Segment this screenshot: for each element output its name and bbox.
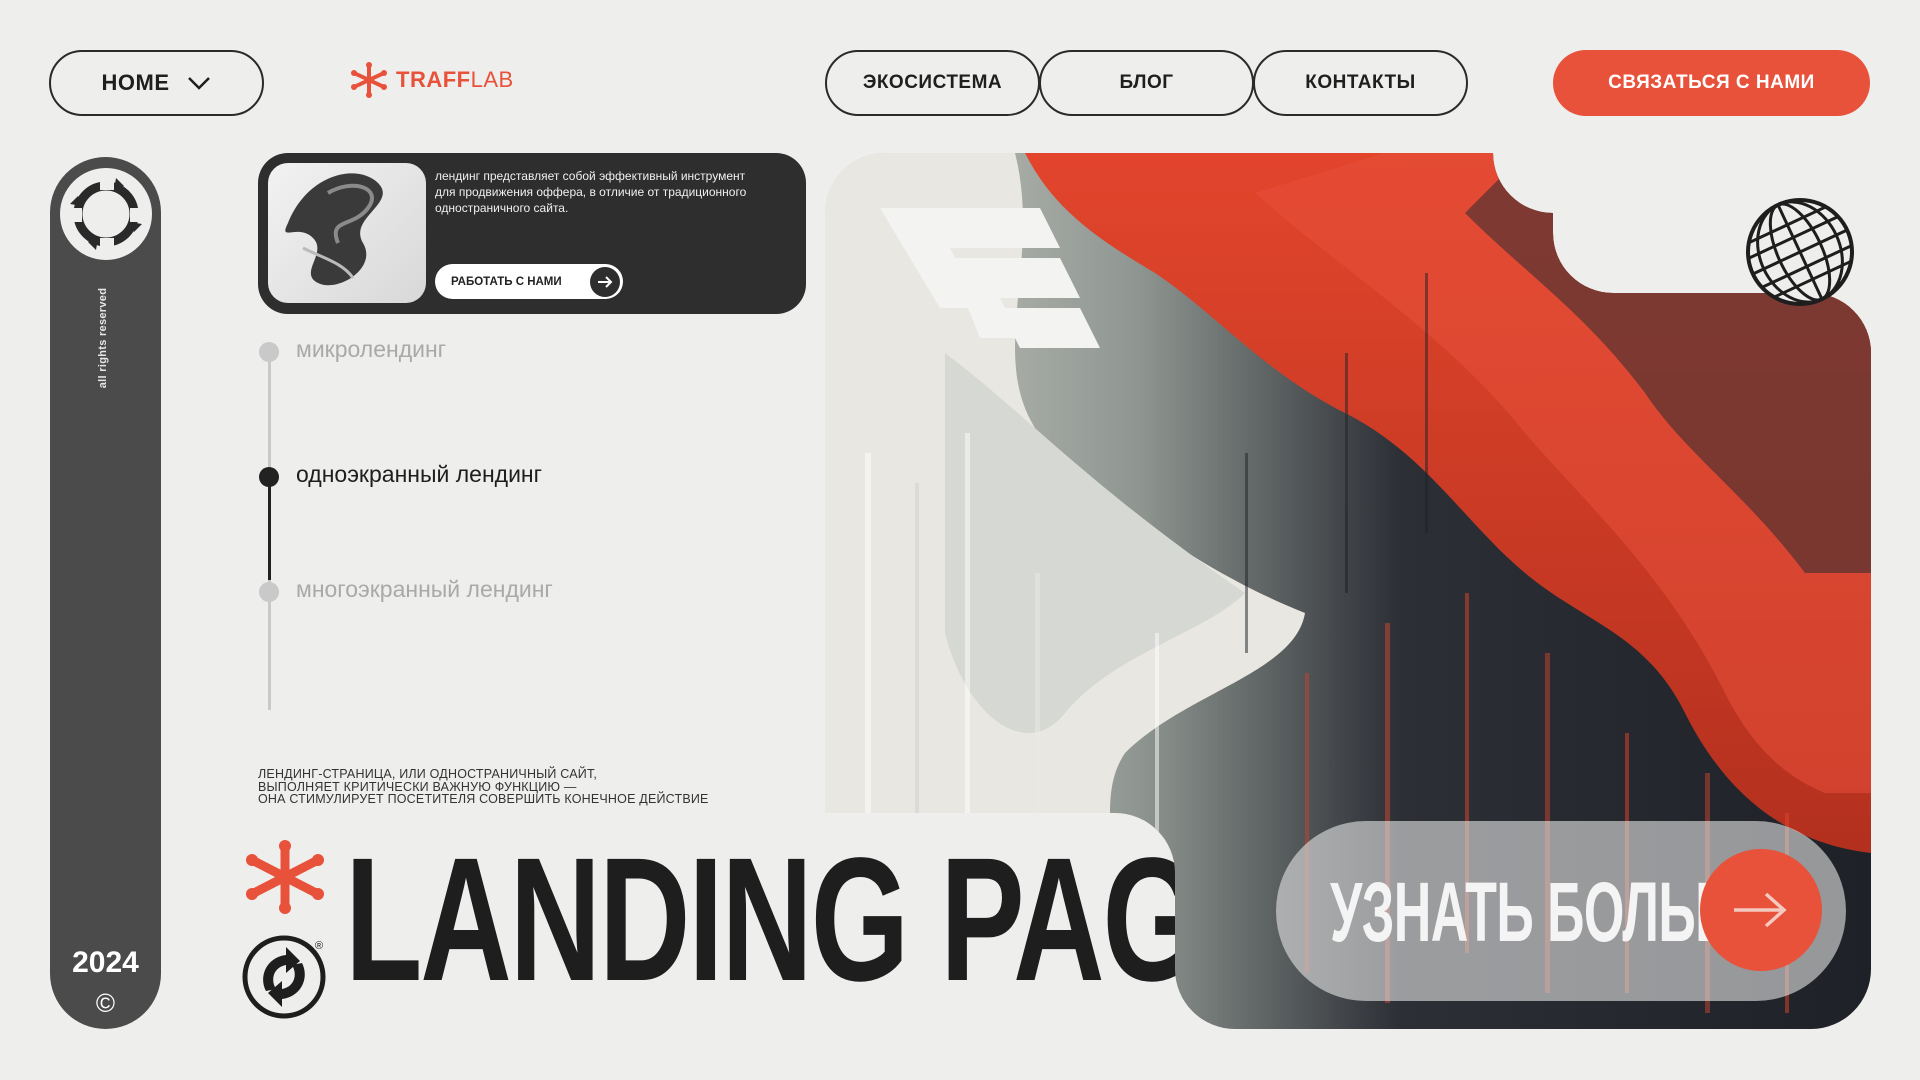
work-with-us-label: РАБОТАТЬ С НАМИ	[451, 275, 562, 288]
type-dot-active	[259, 467, 279, 487]
type-item-micro[interactable]: микролендинг	[296, 336, 446, 363]
copyright-icon: ©	[95, 988, 116, 1018]
type-dot	[259, 582, 279, 602]
contact-us-label: СВЯЗАТЬСЯ С НАМИ	[1608, 72, 1815, 93]
type-item-multi-screen[interactable]: многоэкранный лендинг	[296, 576, 553, 603]
learn-more-label: УЗНАТЬ БОЛЬШЕ	[1330, 865, 1782, 959]
description-line: ОНА СТИМУЛИРУЕТ ПОСЕТИТЕЛЯ СОВЕРШИТЬ КОН…	[258, 792, 709, 806]
description-text: ЛЕНДИНГ-СТРАНИЦА, ИЛИ ОДНОСТРАНИЧНЫЙ САЙ…	[258, 768, 818, 806]
home-label: HOME	[101, 70, 170, 95]
logo-text-bold: TRAFF	[396, 67, 471, 92]
logo-text-light: LAB	[470, 67, 514, 92]
asterisk-icon	[246, 840, 324, 914]
contact-us-button[interactable]: СВЯЗАТЬСЯ С НАМИ	[1553, 50, 1870, 116]
nav-link-label: БЛОГ	[1119, 72, 1174, 93]
brand-mark-icon	[880, 208, 1100, 348]
description-line: ЛЕНДИНГ-СТРАНИЦА, ИЛИ ОДНОСТРАНИЧНЫЙ САЙ…	[258, 767, 598, 781]
info-card-text: лендинг представляет собой эффективный и…	[435, 169, 747, 215]
work-with-us-button[interactable]: РАБОТАТЬ С НАМИ	[435, 264, 623, 299]
registered-mark: ®	[315, 940, 324, 952]
trafflab-asterisk-icon	[351, 62, 387, 98]
globe-icon	[1746, 198, 1854, 306]
arrow-right-icon	[590, 266, 620, 297]
brand-logo[interactable]: TRAFFLAB	[350, 60, 514, 100]
progress-track-active	[268, 480, 271, 580]
rights-reserved-text: all rights reserved	[97, 287, 109, 389]
year-label: 2024	[72, 946, 139, 979]
recycle-icon	[242, 935, 326, 1019]
chevron-down-icon	[187, 77, 210, 90]
nav-link-ecosystem[interactable]: ЭКОСИСТЕМА	[825, 50, 1040, 116]
home-dropdown[interactable]: HOME	[49, 50, 264, 116]
arrow-right-icon	[1734, 892, 1787, 928]
abstract-3d-thumbnail	[268, 163, 426, 303]
rotate-arrows-icon	[68, 176, 144, 252]
type-item-single-screen[interactable]: одноэкранный лендинг	[296, 461, 542, 488]
nav-link-blog[interactable]: БЛОГ	[1039, 50, 1254, 116]
nav-link-label: КОНТАКТЫ	[1305, 72, 1416, 93]
nav-link-label: ЭКОСИСТЕМА	[862, 72, 1003, 93]
type-dot	[259, 342, 279, 362]
refresh-button[interactable]	[60, 168, 152, 260]
nav-link-contacts[interactable]: КОНТАКТЫ	[1253, 50, 1468, 116]
learn-more-arrow-button[interactable]	[1700, 849, 1822, 971]
